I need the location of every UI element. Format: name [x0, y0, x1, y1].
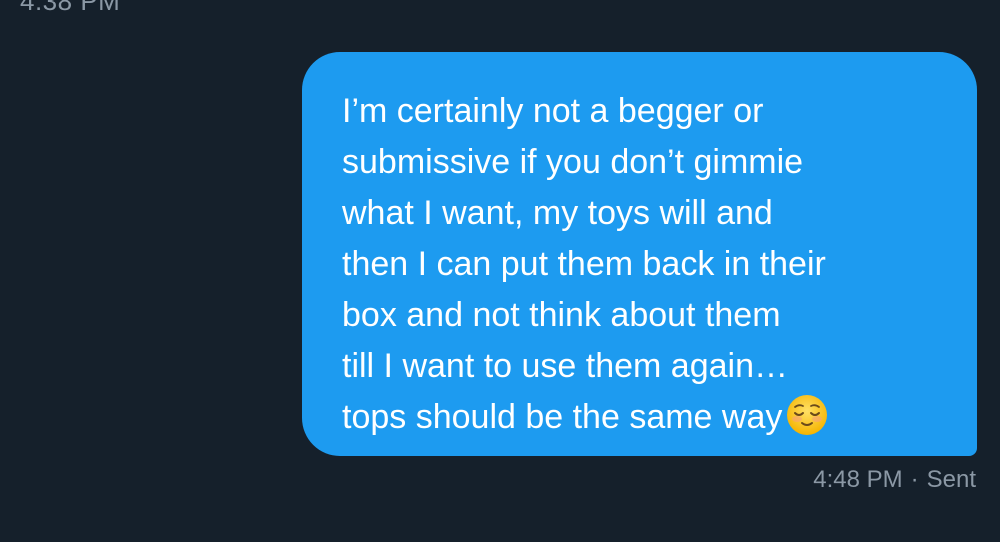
- message-text: I’m certainly not a begger or submissive…: [342, 86, 957, 443]
- dm-conversation: 4:38 PM I’m certainly not a begger or su…: [0, 0, 1000, 542]
- message-meta: 4:48 PM · Sent: [813, 466, 976, 494]
- message-time: 4:48 PM: [813, 466, 903, 493]
- message-status: Sent: [926, 466, 976, 493]
- relieved-face-icon: [786, 394, 828, 436]
- previous-message-timestamp: 4:38 PM: [20, 0, 121, 16]
- message-body: I’m certainly not a begger or submissive…: [342, 92, 826, 436]
- meta-separator: ·: [910, 466, 919, 493]
- sent-message-bubble[interactable]: I’m certainly not a begger or submissive…: [302, 52, 977, 456]
